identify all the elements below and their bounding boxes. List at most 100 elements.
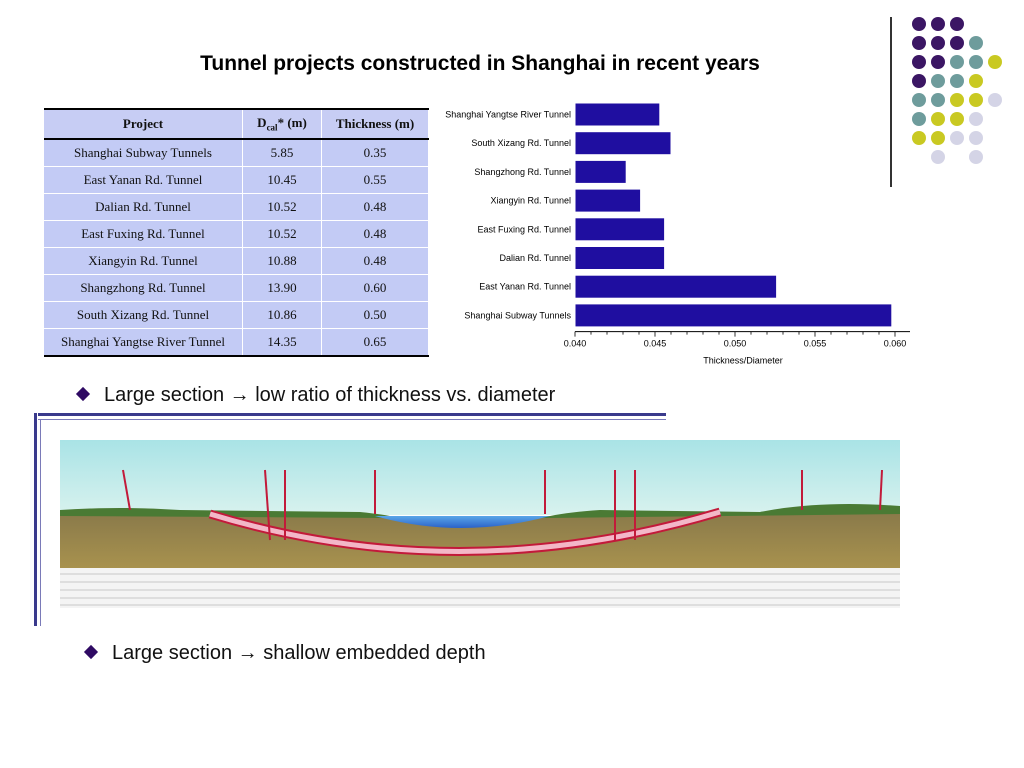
cell-dcal: 10.52 xyxy=(242,193,322,221)
chart-bar xyxy=(574,217,666,242)
slide-title: Tunnel projects constructed in Shanghai … xyxy=(200,52,760,75)
cell-project: Shanghai Subway Tunnels xyxy=(44,139,243,167)
decorative-dot xyxy=(931,36,945,50)
chart-bar xyxy=(574,246,666,270)
header-project: Project xyxy=(44,108,243,140)
table-row: Shangzhong Rd. Tunnel 13.90 0.60 xyxy=(44,274,429,302)
decorative-dot xyxy=(931,112,945,126)
chart-bar xyxy=(574,274,778,299)
decorative-dot xyxy=(950,36,964,50)
chart-x-tick-label: 0.060 xyxy=(884,339,907,349)
decorative-dot xyxy=(931,150,945,164)
chart-bar xyxy=(574,159,627,184)
thickness-diameter-chart: Shanghai Yangtse River Tunnel South Xizan… xyxy=(445,102,910,366)
diamond-bullet-icon xyxy=(75,386,91,402)
decorative-dot xyxy=(912,36,926,50)
decorative-frame-line xyxy=(38,413,666,416)
chart-x-tick-label: 0.040 xyxy=(564,339,587,349)
decorative-dot xyxy=(969,112,983,126)
decorative-dot xyxy=(969,55,983,69)
chart-category-label: East Yanan Rd. Tunnel xyxy=(479,282,571,292)
decorative-dot xyxy=(969,150,983,164)
chart-category-label: Dalian Rd. Tunnel xyxy=(499,253,571,263)
cell-project: Shangzhong Rd. Tunnel xyxy=(44,274,243,302)
cell-project: Dalian Rd. Tunnel xyxy=(44,193,243,221)
decorative-dot xyxy=(931,74,945,88)
decorative-frame-line xyxy=(40,419,41,626)
chart-x-tick-label: 0.050 xyxy=(724,339,747,349)
table-row: East Yanan Rd. Tunnel 10.45 0.55 xyxy=(44,166,429,194)
diamond-bullet-icon xyxy=(83,644,99,660)
cell-thickness: 0.50 xyxy=(321,301,429,329)
decorative-dot xyxy=(969,131,983,145)
cell-dcal: 10.45 xyxy=(242,166,322,194)
chart-category-label: Xiangyin Rd. Tunnel xyxy=(490,196,571,206)
cell-dcal: 10.86 xyxy=(242,301,322,329)
cell-project: Shanghai Yangtse River Tunnel xyxy=(44,328,243,357)
header-dcal-main: D xyxy=(257,115,267,131)
cell-dcal: 10.88 xyxy=(242,247,322,275)
header-dcal-sub: cal xyxy=(266,122,278,133)
decorative-dot xyxy=(912,74,926,88)
cell-thickness: 0.60 xyxy=(321,274,429,302)
cell-thickness: 0.48 xyxy=(321,193,429,221)
decorative-dot xyxy=(950,17,964,31)
header-dcal: Dcal* (m) xyxy=(242,108,322,140)
bullet-text-1: Large section → low ratio of thickness v… xyxy=(104,384,556,406)
chart-bar xyxy=(574,102,661,127)
decorative-dot xyxy=(969,74,983,88)
table-row: East Fuxing Rd. Tunnel 10.52 0.48 xyxy=(44,220,429,248)
table-row: Xiangyin Rd. Tunnel 10.88 0.48 xyxy=(44,247,429,275)
chart-x-axis-title: Thickness/Diameter xyxy=(703,356,783,366)
bullet-point-2: Large section → shallow embedded depth xyxy=(83,642,486,665)
table-row: Shanghai Yangtse River Tunnel 14.35 0.65 xyxy=(44,328,429,357)
decorative-dot xyxy=(969,36,983,50)
decorative-dot xyxy=(950,93,964,107)
bullet-point-1: Large section → low ratio of thickness v… xyxy=(75,384,556,407)
decorative-dot xyxy=(950,131,964,145)
cell-thickness: 0.55 xyxy=(321,166,429,194)
cell-project: East Yanan Rd. Tunnel xyxy=(44,166,243,194)
table-header-row: Project Dcal* (m) Thickness (m) xyxy=(44,108,429,140)
chart-category-label: East Fuxing Rd. Tunnel xyxy=(477,224,571,234)
decorative-dot xyxy=(912,17,926,31)
cell-dcal: 14.35 xyxy=(242,328,322,357)
cell-project: South Xizang Rd. Tunnel xyxy=(44,301,243,329)
bullet-text-2: Large section → shallow embedded depth xyxy=(112,642,486,664)
decorative-dot xyxy=(969,93,983,107)
chart-x-tick-label: 0.045 xyxy=(644,339,667,349)
cell-project: Xiangyin Rd. Tunnel xyxy=(44,247,243,275)
chart-bar xyxy=(574,131,672,156)
cell-thickness: 0.65 xyxy=(321,328,429,357)
decorative-frame-line xyxy=(34,413,37,626)
decorative-dot xyxy=(950,112,964,126)
table-row: Dalian Rd. Tunnel 10.52 0.48 xyxy=(44,193,429,221)
chart-category-label: Shangzhong Rd. Tunnel xyxy=(474,167,571,177)
projects-table: Project Dcal* (m) Thickness (m) Shanghai… xyxy=(44,108,429,357)
chart-category-label: Shanghai Subway Tunnels xyxy=(464,310,571,320)
cell-project: East Fuxing Rd. Tunnel xyxy=(44,220,243,248)
table-row: Shanghai Subway Tunnels 5.85 0.35 xyxy=(44,139,429,167)
table-row: South Xizang Rd. Tunnel 10.86 0.50 xyxy=(44,301,429,329)
cell-thickness: 0.35 xyxy=(321,139,429,167)
decorative-frame-line xyxy=(38,419,666,420)
decorative-dot-grid xyxy=(912,17,1002,164)
cell-thickness: 0.48 xyxy=(321,247,429,275)
decorative-dot xyxy=(931,131,945,145)
chart-x-tick-label: 0.055 xyxy=(804,339,827,349)
cell-dcal: 13.90 xyxy=(242,274,322,302)
decorative-dot xyxy=(950,74,964,88)
chart-category-label: Shanghai Yangtse River Tunnel xyxy=(445,110,571,120)
tunnel-profile-image xyxy=(60,440,900,608)
chart-bar xyxy=(574,188,642,213)
chart-bar xyxy=(574,303,893,328)
decorative-dot xyxy=(988,55,1002,69)
cell-dcal: 10.52 xyxy=(242,220,322,248)
header-thickness: Thickness (m) xyxy=(321,108,429,140)
cell-thickness: 0.48 xyxy=(321,220,429,248)
decorative-dot xyxy=(931,93,945,107)
decorative-dot xyxy=(931,17,945,31)
chart-category-label: South Xizang Rd. Tunnel xyxy=(471,138,571,148)
header-dcal-rest: * (m) xyxy=(277,115,307,131)
decorative-dot xyxy=(988,93,1002,107)
